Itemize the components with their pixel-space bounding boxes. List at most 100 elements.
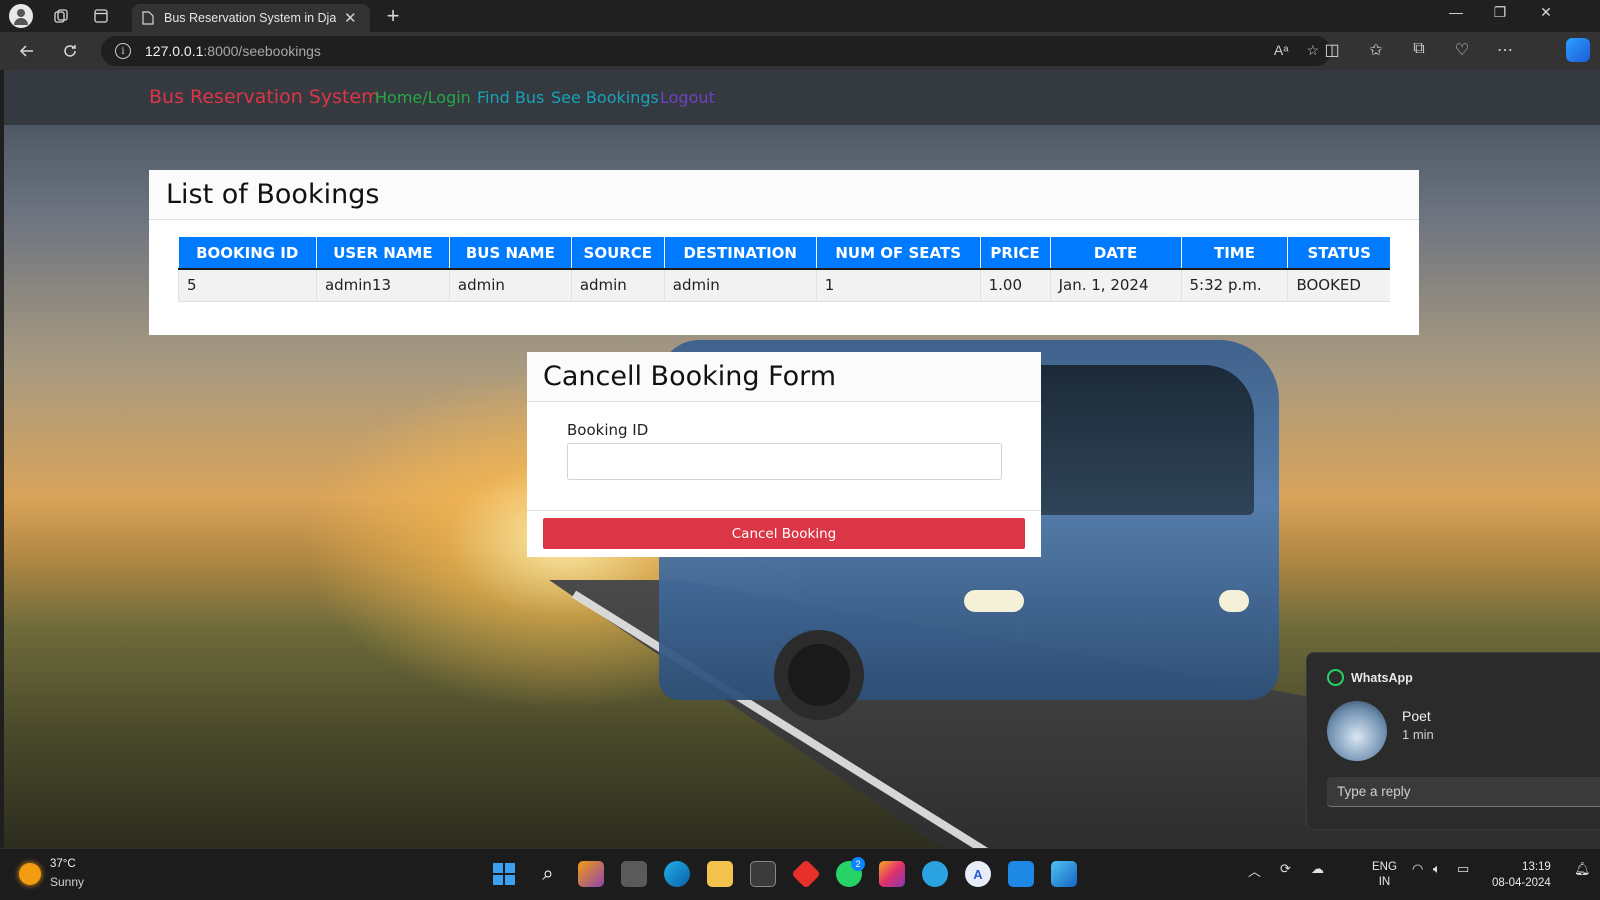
weather-sun-icon[interactable]: [19, 863, 41, 885]
system-clock[interactable]: 13:19 08-04-2024: [1492, 859, 1551, 891]
back-icon[interactable]: [13, 38, 41, 64]
start-icon[interactable]: [491, 861, 517, 887]
nav-logout[interactable]: Logout: [660, 88, 715, 107]
brand-link[interactable]: Bus Reservation System: [149, 86, 380, 108]
workspaces-icon[interactable]: [48, 4, 74, 28]
cloud-off-icon[interactable]: ☁: [1311, 861, 1324, 877]
file-explorer-icon[interactable]: [707, 861, 733, 887]
performance-icon[interactable]: ♡: [1450, 40, 1474, 60]
browser-tab-bar: Bus Reservation System in Djang ✕ + — ❐ …: [0, 0, 1600, 32]
tab-title: Bus Reservation System in Djang: [164, 11, 336, 25]
bookings-card-header: List of Bookings: [149, 170, 1419, 220]
nav-see-bookings[interactable]: See Bookings: [551, 88, 659, 107]
app-store-icon[interactable]: A: [965, 861, 991, 887]
whatsapp-notification[interactable]: WhatsApp Poet 1 min Type a reply: [1306, 652, 1600, 830]
restore-icon[interactable]: ❐: [1480, 4, 1520, 21]
instagram-icon[interactable]: [879, 861, 905, 887]
minimize-icon[interactable]: —: [1436, 4, 1476, 20]
task-view-icon[interactable]: [621, 861, 647, 887]
new-tab-icon[interactable]: +: [380, 3, 406, 29]
url-bar[interactable]: i 127.0.0.1:8000/seebookings A͏ᵃ ☆: [101, 36, 1331, 66]
close-window-icon[interactable]: ✕: [1526, 4, 1566, 21]
cancel-booking-button[interactable]: Cancel Booking: [543, 518, 1025, 549]
booking-id-label: Booking ID: [567, 421, 649, 439]
column-header: PRICE: [979, 237, 1051, 270]
cell-price: 1.00: [979, 269, 1051, 302]
column-header: BUS NAME: [448, 237, 572, 270]
vertical-tabs-icon[interactable]: [88, 4, 114, 28]
store-icon[interactable]: [750, 861, 776, 887]
wifi-icon[interactable]: ◠: [1412, 861, 1423, 877]
photos-icon[interactable]: [1051, 861, 1077, 887]
whatsapp-icon: [1327, 669, 1344, 686]
cell-bus-name: admin: [448, 269, 572, 302]
cell-booking-id: 5: [178, 269, 317, 302]
whatsapp-badge: 2: [851, 857, 865, 871]
search-icon[interactable]: ⌕: [535, 861, 561, 887]
read-aloud-icon[interactable]: A͏ᵃ: [1274, 42, 1289, 59]
site-navbar: Bus Reservation System Home/Login Find B…: [4, 70, 1600, 125]
app-red-icon[interactable]: [791, 859, 821, 889]
notification-time: 1 min: [1402, 727, 1434, 742]
sync-icon[interactable]: ⟳: [1280, 861, 1291, 877]
page-icon: [142, 11, 154, 25]
language-code: ENG: [1372, 861, 1397, 873]
background-bus-headlight: [964, 590, 1024, 612]
url-host: 127.0.0.1: [145, 43, 204, 59]
bookings-title: List of Bookings: [166, 179, 380, 210]
bookings-table: BOOKING ID USER NAME BUS NAME SOURCE DES…: [178, 237, 1390, 302]
site-info-icon[interactable]: i: [115, 43, 131, 59]
language-region: IN: [1378, 876, 1391, 888]
cell-status: BOOKED: [1287, 269, 1390, 302]
column-header: NUM OF SEATS: [815, 237, 981, 270]
chevron-up-icon[interactable]: ︿: [1248, 861, 1261, 880]
collections-icon[interactable]: ⧉: [1407, 40, 1431, 58]
volume-icon[interactable]: 🔈︎: [1433, 861, 1441, 877]
vscode-icon[interactable]: [1008, 861, 1034, 887]
url-path: :8000/seebookings: [203, 43, 321, 59]
bookings-card: List of Bookings BOOKING ID USER NAME BU…: [149, 170, 1419, 335]
favorite-star-icon[interactable]: ☆: [1306, 42, 1319, 59]
more-options-icon[interactable]: ⋯: [1493, 40, 1517, 60]
column-header: USER NAME: [315, 237, 450, 270]
cell-user-name: admin13: [315, 269, 450, 302]
avatar: [1327, 701, 1387, 761]
nav-home-login[interactable]: Home/Login: [375, 88, 471, 107]
tab-active[interactable]: Bus Reservation System in Djang ✕: [132, 4, 370, 32]
background-bus-wheel: [774, 630, 864, 720]
cancel-form-body: Booking ID: [527, 402, 1041, 511]
cell-source: admin: [570, 269, 665, 302]
refresh-icon[interactable]: [56, 38, 84, 64]
reply-input[interactable]: Type a reply: [1327, 777, 1600, 807]
table-header-row: BOOKING ID USER NAME BUS NAME SOURCE DES…: [178, 237, 1390, 270]
notification-sender: Poet: [1402, 708, 1431, 724]
table-row: 5 admin13 admin admin admin 1 1.00 Jan. …: [178, 269, 1390, 302]
column-header: SOURCE: [570, 237, 665, 270]
notification-app-name: WhatsApp: [1351, 671, 1413, 685]
booking-id-input[interactable]: [567, 443, 1002, 480]
column-header: STATUS: [1287, 237, 1390, 270]
favorites-icon[interactable]: ✩: [1364, 40, 1388, 60]
cell-time: 5:32 p.m.: [1180, 269, 1288, 302]
split-screen-icon[interactable]: ◫: [1320, 40, 1344, 60]
cancel-card-header: Cancell Booking Form: [527, 352, 1041, 402]
close-tab-icon[interactable]: ✕: [344, 9, 357, 27]
column-header: BOOKING ID: [178, 237, 317, 270]
background-bus-headlight: [1219, 590, 1249, 612]
cancel-form-title: Cancell Booking Form: [543, 361, 837, 392]
language-indicator[interactable]: ENG IN: [1372, 860, 1397, 890]
telegram-icon[interactable]: [922, 861, 948, 887]
copilot-taskbar-icon[interactable]: [578, 861, 604, 887]
battery-icon[interactable]: ▭: [1457, 861, 1469, 877]
cell-destination: admin: [663, 269, 817, 302]
copilot-icon[interactable]: [1566, 38, 1590, 62]
cell-date: Jan. 1, 2024: [1049, 269, 1182, 302]
notification-bell-icon[interactable]: 🔔︎: [1574, 861, 1591, 877]
column-header: DATE: [1049, 237, 1182, 270]
edge-icon[interactable]: [664, 861, 690, 887]
profile-icon[interactable]: [9, 4, 33, 28]
weather-temperature[interactable]: 37°C: [50, 858, 76, 870]
column-header: DESTINATION: [663, 237, 817, 270]
weather-condition[interactable]: Sunny: [50, 875, 84, 889]
nav-find-bus[interactable]: Find Bus: [477, 88, 544, 107]
